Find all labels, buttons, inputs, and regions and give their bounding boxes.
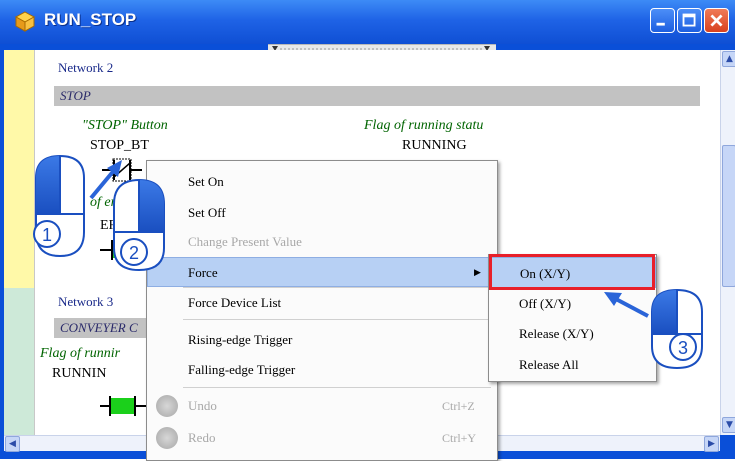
- step-1-label: 1: [42, 225, 52, 245]
- pointer-arrow-3: [604, 292, 649, 318]
- mouse-icon-1: 1: [33, 154, 85, 258]
- mouse-icon-3: 3: [651, 288, 703, 370]
- mouse-icon-2: 2: [113, 178, 165, 272]
- step-3-label: 3: [678, 338, 688, 358]
- annotation-overlay: 1 2 3: [33, 154, 703, 370]
- step-2-label: 2: [129, 243, 139, 263]
